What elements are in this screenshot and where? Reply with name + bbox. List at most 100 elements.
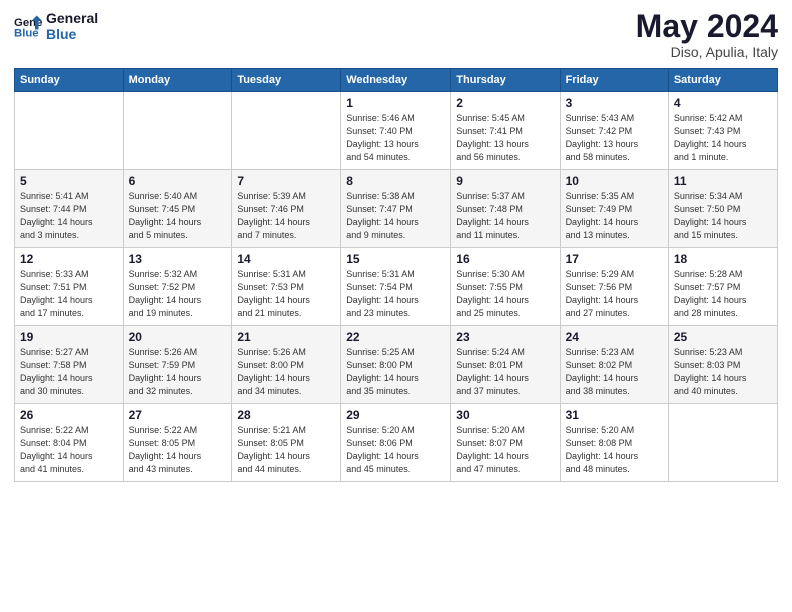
day-number: 22 <box>346 330 445 344</box>
svg-text:Blue: Blue <box>14 28 39 40</box>
calendar-header-row: SundayMondayTuesdayWednesdayThursdayFrid… <box>15 69 778 92</box>
day-of-week-header: Tuesday <box>232 69 341 92</box>
calendar-cell: 6Sunrise: 5:40 AM Sunset: 7:45 PM Daylig… <box>123 170 232 248</box>
calendar-cell <box>232 92 341 170</box>
calendar-table: SundayMondayTuesdayWednesdayThursdayFrid… <box>14 68 778 482</box>
cell-info: Sunrise: 5:31 AM Sunset: 7:54 PM Dayligh… <box>346 268 445 320</box>
day-number: 21 <box>237 330 335 344</box>
calendar-cell: 15 Sunrise: 5:31 AM Sunset: 7:54 PM Dayli… <box>341 248 451 326</box>
calendar-cell: 26 Sunrise: 5:22 AM Sunset: 8:04 PM Dayli… <box>15 404 124 482</box>
calendar-cell: 10 Sunrise: 5:35 AM Sunset: 7:49 PM Dayli… <box>560 170 668 248</box>
cell-info: Sunrise: 5:46 AM Sunset: 7:40 PM Dayligh… <box>346 112 445 164</box>
cell-info: Sunrise: 5:23 AM Sunset: 8:03 PM Dayligh… <box>674 346 772 398</box>
day-number: 3 <box>566 96 663 110</box>
calendar-cell: 3 Sunrise: 5:43 AM Sunset: 7:42 PM Daylig… <box>560 92 668 170</box>
day-number: 28 <box>237 408 335 422</box>
day-number: 18 <box>674 252 772 266</box>
day-number: 4 <box>674 96 772 110</box>
cell-info: Sunrise: 5:23 AM Sunset: 8:02 PM Dayligh… <box>566 346 663 398</box>
calendar-cell: 16Sunrise: 5:30 AM Sunset: 7:55 PM Dayli… <box>451 248 560 326</box>
calendar-week-row: 19Sunrise: 5:27 AM Sunset: 7:58 PM Dayli… <box>15 326 778 404</box>
day-number: 30 <box>456 408 554 422</box>
cell-info: Sunrise: 5:22 AM Sunset: 8:05 PM Dayligh… <box>129 424 227 476</box>
cell-info: Sunrise: 5:45 AM Sunset: 7:41 PM Dayligh… <box>456 112 554 164</box>
cell-info: Sunrise: 5:31 AM Sunset: 7:53 PM Dayligh… <box>237 268 335 320</box>
day-of-week-header: Saturday <box>668 69 777 92</box>
calendar-cell: 2 Sunrise: 5:45 AM Sunset: 7:41 PM Daylig… <box>451 92 560 170</box>
calendar-cell <box>668 404 777 482</box>
calendar-cell: 4 Sunrise: 5:42 AM Sunset: 7:43 PM Daylig… <box>668 92 777 170</box>
day-number: 29 <box>346 408 445 422</box>
calendar-cell: 21 Sunrise: 5:26 AM Sunset: 8:00 PM Dayli… <box>232 326 341 404</box>
day-number: 23 <box>456 330 554 344</box>
day-number: 25 <box>674 330 772 344</box>
day-number: 24 <box>566 330 663 344</box>
day-number: 17 <box>566 252 663 266</box>
calendar-cell: 1 Sunrise: 5:46 AM Sunset: 7:40 PM Daylig… <box>341 92 451 170</box>
page-header: General Blue General Blue May 2024 Diso,… <box>14 10 778 60</box>
day-number: 15 <box>346 252 445 266</box>
day-number: 7 <box>237 174 335 188</box>
day-number: 5 <box>20 174 118 188</box>
month-year: May 2024 <box>636 10 778 42</box>
day-number: 11 <box>674 174 772 188</box>
cell-info: Sunrise: 5:21 AM Sunset: 8:05 PM Dayligh… <box>237 424 335 476</box>
day-number: 13 <box>129 252 227 266</box>
cell-info: Sunrise: 5:26 AM Sunset: 7:59 PM Dayligh… <box>129 346 227 398</box>
cell-info: Sunrise: 5:38 AM Sunset: 7:47 PM Dayligh… <box>346 190 445 242</box>
calendar-cell: 31Sunrise: 5:20 AM Sunset: 8:08 PM Dayli… <box>560 404 668 482</box>
cell-info: Sunrise: 5:34 AM Sunset: 7:50 PM Dayligh… <box>674 190 772 242</box>
day-of-week-header: Thursday <box>451 69 560 92</box>
day-of-week-header: Sunday <box>15 69 124 92</box>
cell-info: Sunrise: 5:24 AM Sunset: 8:01 PM Dayligh… <box>456 346 554 398</box>
day-of-week-header: Friday <box>560 69 668 92</box>
day-number: 31 <box>566 408 663 422</box>
calendar-cell: 24 Sunrise: 5:23 AM Sunset: 8:02 PM Dayli… <box>560 326 668 404</box>
calendar-cell: 17Sunrise: 5:29 AM Sunset: 7:56 PM Dayli… <box>560 248 668 326</box>
calendar-week-row: 12Sunrise: 5:33 AM Sunset: 7:51 PM Dayli… <box>15 248 778 326</box>
cell-info: Sunrise: 5:20 AM Sunset: 8:06 PM Dayligh… <box>346 424 445 476</box>
calendar-cell <box>15 92 124 170</box>
calendar-cell: 12Sunrise: 5:33 AM Sunset: 7:51 PM Dayli… <box>15 248 124 326</box>
cell-info: Sunrise: 5:22 AM Sunset: 8:04 PM Dayligh… <box>20 424 118 476</box>
day-number: 10 <box>566 174 663 188</box>
calendar-cell: 19Sunrise: 5:27 AM Sunset: 7:58 PM Dayli… <box>15 326 124 404</box>
cell-info: Sunrise: 5:43 AM Sunset: 7:42 PM Dayligh… <box>566 112 663 164</box>
cell-info: Sunrise: 5:25 AM Sunset: 8:00 PM Dayligh… <box>346 346 445 398</box>
calendar-body: 1 Sunrise: 5:46 AM Sunset: 7:40 PM Daylig… <box>15 92 778 482</box>
day-number: 26 <box>20 408 118 422</box>
calendar-cell: 27Sunrise: 5:22 AM Sunset: 8:05 PM Dayli… <box>123 404 232 482</box>
cell-info: Sunrise: 5:37 AM Sunset: 7:48 PM Dayligh… <box>456 190 554 242</box>
day-number: 20 <box>129 330 227 344</box>
cell-info: Sunrise: 5:30 AM Sunset: 7:55 PM Dayligh… <box>456 268 554 320</box>
day-number: 19 <box>20 330 118 344</box>
calendar-cell: 14Sunrise: 5:31 AM Sunset: 7:53 PM Dayli… <box>232 248 341 326</box>
day-number: 12 <box>20 252 118 266</box>
cell-info: Sunrise: 5:41 AM Sunset: 7:44 PM Dayligh… <box>20 190 118 242</box>
calendar-cell: 25 Sunrise: 5:23 AM Sunset: 8:03 PM Dayli… <box>668 326 777 404</box>
calendar-cell: 23 Sunrise: 5:24 AM Sunset: 8:01 PM Dayli… <box>451 326 560 404</box>
logo: General Blue General Blue <box>14 10 98 42</box>
cell-info: Sunrise: 5:26 AM Sunset: 8:00 PM Dayligh… <box>237 346 335 398</box>
logo-icon: General Blue <box>14 12 42 40</box>
calendar-week-row: 26 Sunrise: 5:22 AM Sunset: 8:04 PM Dayli… <box>15 404 778 482</box>
calendar-cell: 22 Sunrise: 5:25 AM Sunset: 8:00 PM Dayli… <box>341 326 451 404</box>
cell-info: Sunrise: 5:32 AM Sunset: 7:52 PM Dayligh… <box>129 268 227 320</box>
day-number: 9 <box>456 174 554 188</box>
calendar-week-row: 1 Sunrise: 5:46 AM Sunset: 7:40 PM Daylig… <box>15 92 778 170</box>
calendar-cell: 28 Sunrise: 5:21 AM Sunset: 8:05 PM Dayli… <box>232 404 341 482</box>
calendar-cell: 8Sunrise: 5:38 AM Sunset: 7:47 PM Daylig… <box>341 170 451 248</box>
cell-info: Sunrise: 5:28 AM Sunset: 7:57 PM Dayligh… <box>674 268 772 320</box>
day-number: 1 <box>346 96 445 110</box>
calendar-week-row: 5 Sunrise: 5:41 AM Sunset: 7:44 PM Daylig… <box>15 170 778 248</box>
calendar-cell: 29 Sunrise: 5:20 AM Sunset: 8:06 PM Dayli… <box>341 404 451 482</box>
calendar-cell <box>123 92 232 170</box>
calendar-cell: 18 Sunrise: 5:28 AM Sunset: 7:57 PM Dayli… <box>668 248 777 326</box>
calendar-cell: 5 Sunrise: 5:41 AM Sunset: 7:44 PM Daylig… <box>15 170 124 248</box>
title-block: May 2024 Diso, Apulia, Italy <box>636 10 778 60</box>
cell-info: Sunrise: 5:40 AM Sunset: 7:45 PM Dayligh… <box>129 190 227 242</box>
cell-info: Sunrise: 5:42 AM Sunset: 7:43 PM Dayligh… <box>674 112 772 164</box>
cell-info: Sunrise: 5:35 AM Sunset: 7:49 PM Dayligh… <box>566 190 663 242</box>
day-number: 2 <box>456 96 554 110</box>
day-of-week-header: Wednesday <box>341 69 451 92</box>
